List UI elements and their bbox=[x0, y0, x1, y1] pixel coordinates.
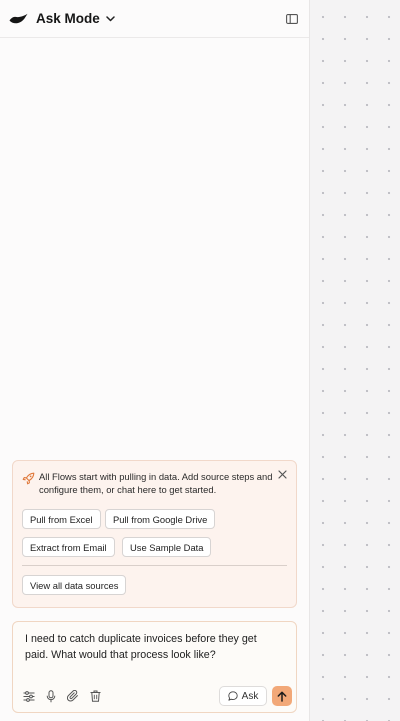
chat-bubble-icon bbox=[228, 691, 238, 701]
card-divider bbox=[22, 565, 287, 566]
view-all-sources-button[interactable]: View all data sources bbox=[22, 575, 127, 595]
source-button-sample-data[interactable]: Use Sample Data bbox=[122, 537, 212, 557]
source-button-excel[interactable]: Pull from Excel bbox=[22, 509, 101, 529]
microphone-icon[interactable] bbox=[44, 689, 58, 703]
source-button-google-drive[interactable]: Pull from Google Drive bbox=[105, 509, 216, 529]
mode-selector[interactable]: Ask Mode bbox=[36, 11, 115, 26]
chevron-down-icon bbox=[106, 15, 115, 22]
ask-mode-button[interactable]: Ask bbox=[219, 686, 267, 706]
onboarding-message: All Flows start with pulling in data. Ad… bbox=[39, 471, 273, 495]
flow-canvas[interactable] bbox=[310, 0, 400, 721]
close-icon[interactable] bbox=[276, 468, 288, 480]
panel-header: Ask Mode bbox=[0, 0, 309, 38]
source-button-email[interactable]: Extract from Email bbox=[22, 537, 115, 557]
brand-logo-icon bbox=[9, 12, 28, 26]
mode-title: Ask Mode bbox=[36, 11, 100, 26]
trash-icon[interactable] bbox=[88, 689, 102, 703]
arrow-up-icon bbox=[277, 691, 287, 702]
message-input[interactable]: I need to catch duplicate invoices befor… bbox=[25, 632, 280, 663]
onboarding-card: All Flows start with pulling in data. Ad… bbox=[12, 460, 297, 608]
rocket-icon bbox=[22, 472, 35, 485]
chat-composer[interactable]: I need to catch duplicate invoices befor… bbox=[12, 621, 297, 713]
sidebar-toggle-icon[interactable] bbox=[284, 11, 300, 27]
send-button[interactable] bbox=[272, 686, 292, 706]
chat-panel: Ask Mode All Flows start with pulling in… bbox=[0, 0, 310, 721]
settings-sliders-icon[interactable] bbox=[22, 689, 36, 703]
paperclip-icon[interactable] bbox=[66, 689, 80, 703]
ask-button-label: Ask bbox=[241, 690, 259, 702]
